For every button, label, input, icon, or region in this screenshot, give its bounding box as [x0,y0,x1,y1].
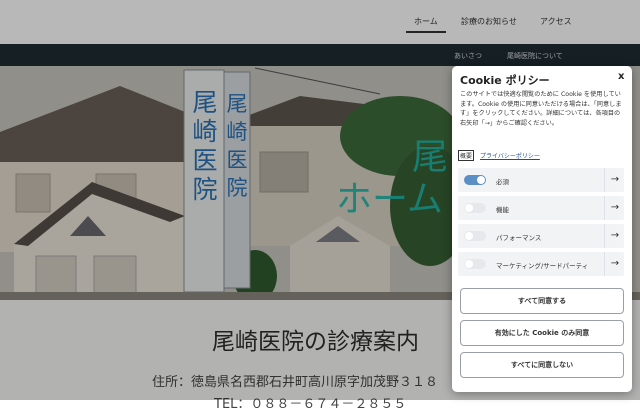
category-label: マーケティング/サードパーティ [496,262,589,270]
arrow-right-icon[interactable]: → [604,224,625,248]
arrow-right-icon[interactable]: → [604,196,625,220]
cookie-category-functional: 機能 → [458,196,624,220]
arrow-right-icon[interactable]: → [604,168,625,192]
accept-enabled-button[interactable]: 有効にした Cookie のみ同意 [460,320,624,346]
category-label: 機能 [496,206,509,214]
category-label: 必須 [496,178,509,186]
functional-toggle[interactable] [464,203,486,213]
marketing-toggle[interactable] [464,259,486,269]
cookie-dialog-title: Cookie ポリシー [460,74,550,87]
arrow-right-icon[interactable]: → [604,252,625,276]
performance-toggle[interactable] [464,231,486,241]
cookie-policy-dialog: Cookie ポリシー x このサイトでは快適な閲覧のために Cookie を使… [452,66,632,392]
reject-all-button[interactable]: すべてに同意しない [460,352,624,378]
category-label: パフォーマンス [496,234,542,242]
cookie-category-performance: パフォーマンス → [458,224,624,248]
accept-all-button[interactable]: すべて同意する [460,288,624,314]
cookie-category-required: 必須 → [458,168,624,192]
cookie-category-marketing: マーケティング/サードパーティ → [458,252,624,276]
privacy-policy-link[interactable]: プライバシーポリシー [480,151,540,160]
close-icon[interactable]: x [618,71,624,82]
required-toggle[interactable] [464,175,486,185]
cookie-description: このサイトでは快適な閲覧のために Cookie を使用しています。Cookie … [460,91,622,127]
tab-summary[interactable]: 概要 [458,150,475,161]
